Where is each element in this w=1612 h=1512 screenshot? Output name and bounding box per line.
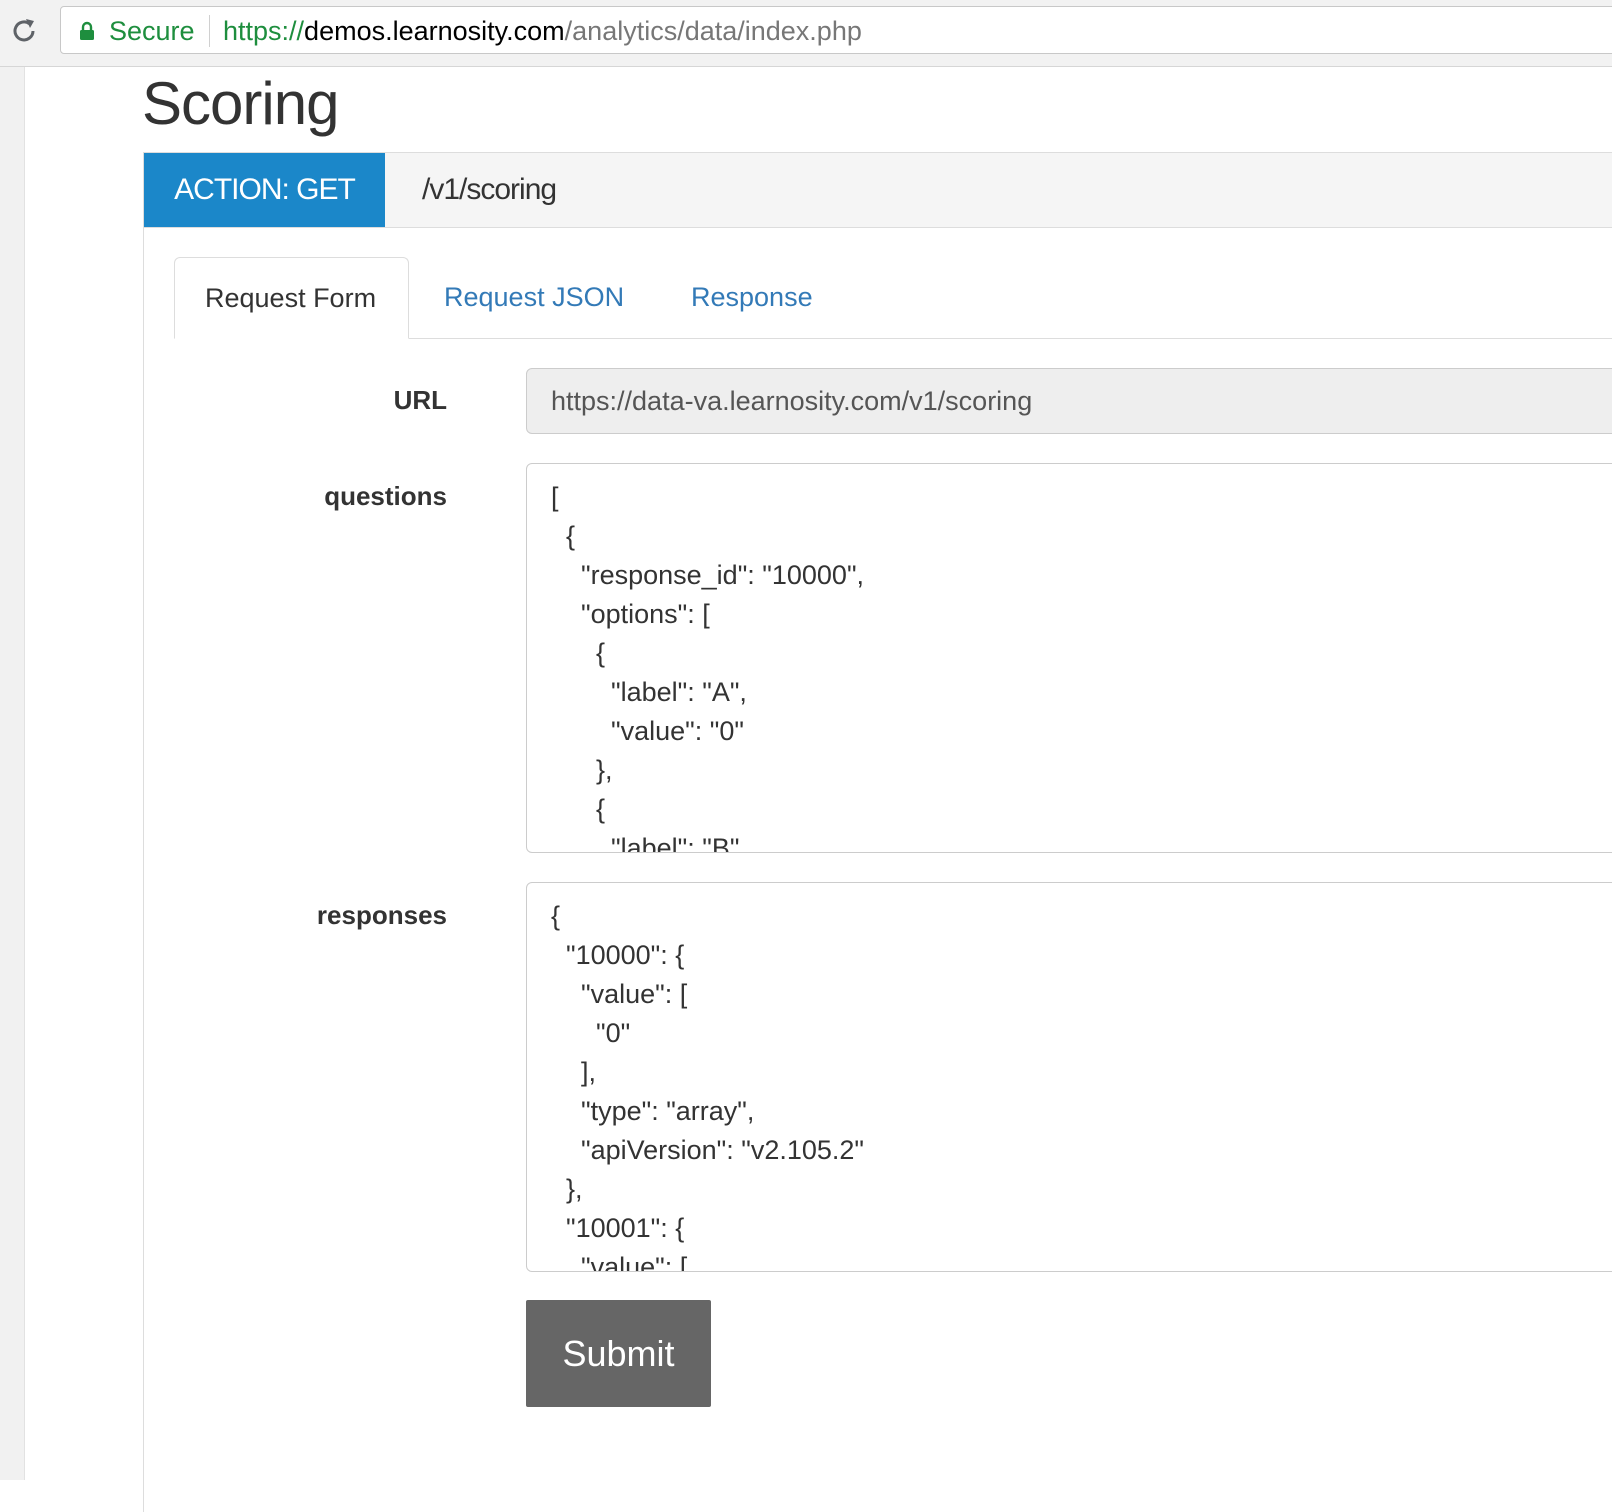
lock-icon xyxy=(79,21,95,41)
responses-textarea[interactable]: { "10000": { "value": [ "0" ], "type": "… xyxy=(526,882,1612,1272)
responses-json: { "10000": { "value": [ "0" ], "type": "… xyxy=(551,901,865,1272)
responses-label: responses xyxy=(316,900,447,930)
questions-textarea[interactable]: [ { "response_id": "10000", "options": [… xyxy=(526,463,1612,853)
address-url[interactable]: https://demos.learnosity.com/analytics/d… xyxy=(223,16,862,46)
address-bar[interactable]: Secure https://demos.learnosity.com/anal… xyxy=(60,6,1612,54)
tab-request-form[interactable]: Request Form xyxy=(174,257,409,339)
address-divider xyxy=(209,15,210,47)
url-label: URL xyxy=(393,385,447,415)
tab-request-json[interactable]: Request JSON xyxy=(414,257,654,338)
url-scheme: https:// xyxy=(223,16,305,46)
endpoint-path: /v1/scoring xyxy=(422,173,557,206)
url-path: /analytics/data/index.php xyxy=(564,16,862,46)
request-tabs: Request Form Request JSON Response xyxy=(174,257,1612,339)
url-field[interactable]: https://data-va.learnosity.com/v1/scorin… xyxy=(526,368,1612,434)
action-badge: ACTION: GET xyxy=(144,153,385,227)
browser-toolbar: Secure https://demos.learnosity.com/anal… xyxy=(0,0,1612,67)
questions-label: questions xyxy=(324,481,447,511)
endpoint-panel: ACTION: GET /v1/scoring Request Form Req… xyxy=(143,152,1612,1512)
page-title: Scoring xyxy=(142,70,339,137)
secure-label: Secure xyxy=(109,16,195,46)
left-gutter xyxy=(0,67,25,1480)
submit-button[interactable]: Submit xyxy=(526,1300,711,1407)
tab-response[interactable]: Response xyxy=(661,257,843,338)
questions-json: [ { "response_id": "10000", "options": [… xyxy=(551,482,865,853)
reload-icon[interactable] xyxy=(6,13,42,49)
endpoint-header: ACTION: GET /v1/scoring xyxy=(144,153,1612,228)
url-host: demos.learnosity.com xyxy=(304,16,565,46)
